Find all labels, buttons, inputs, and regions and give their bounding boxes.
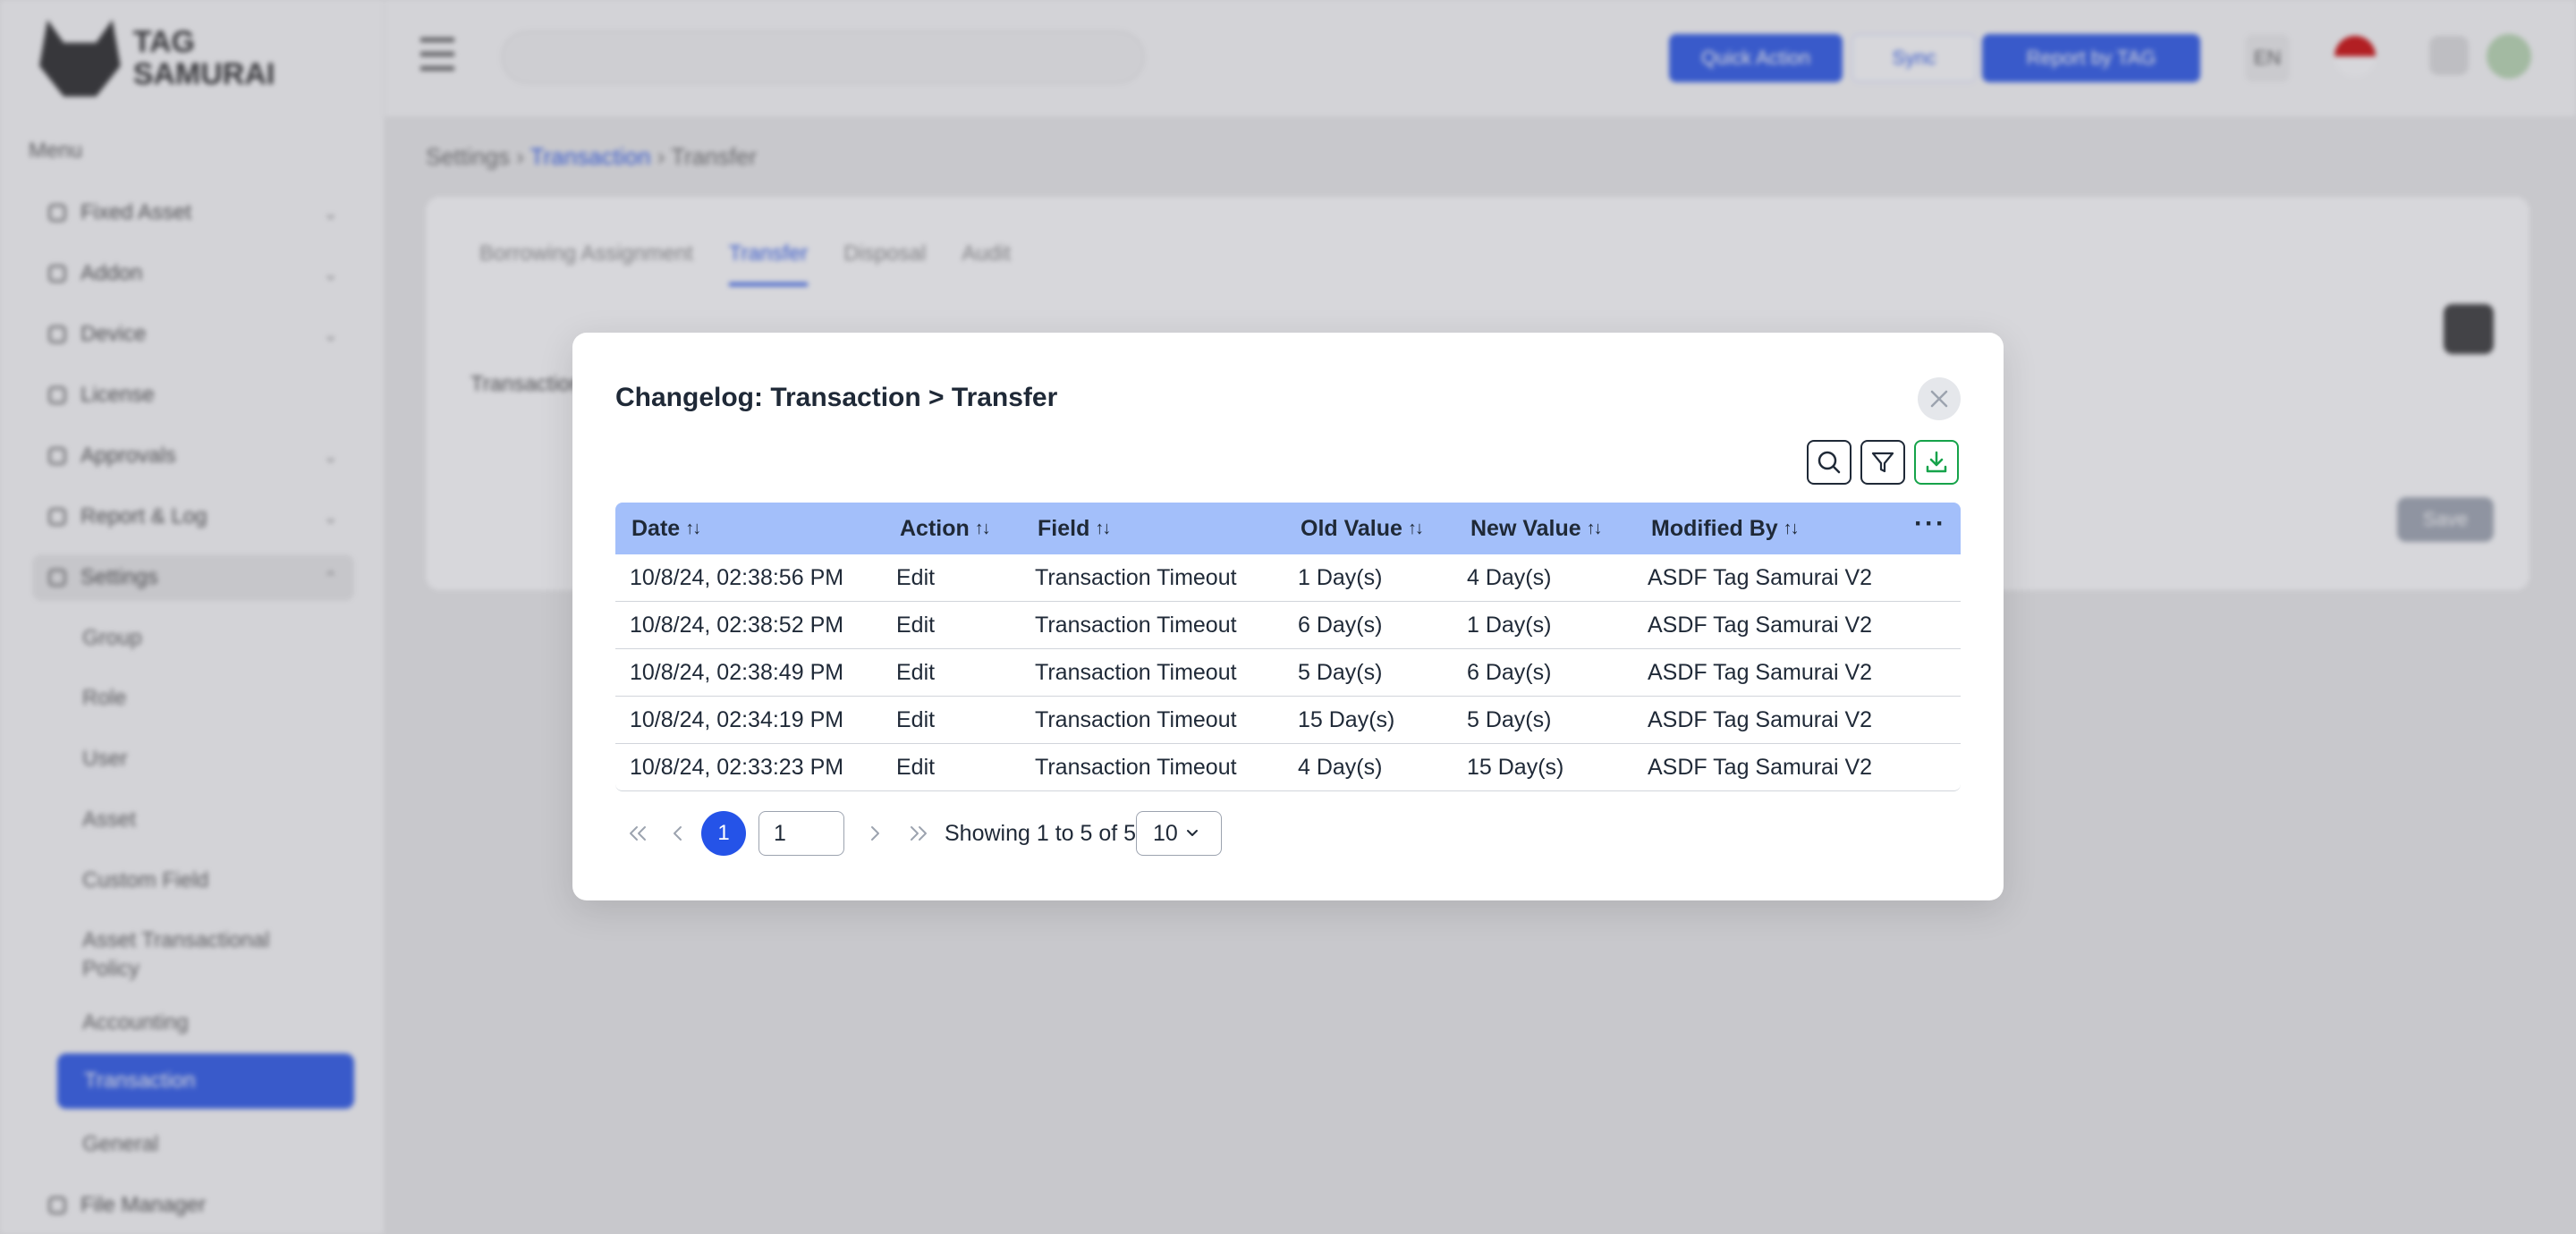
cell-modified-by: ASDF Tag Samurai V2 xyxy=(1648,612,1873,638)
column-label: Date xyxy=(631,515,681,541)
showing-count: Showing 1 to 5 of 5 xyxy=(945,820,1137,846)
chevron-down-icon xyxy=(1186,830,1198,836)
pagination: 1 Showing 1 to 5 of 5 10 xyxy=(615,808,1510,858)
cell-new-value: 1 Day(s) xyxy=(1467,612,1552,638)
download-icon xyxy=(1926,451,1947,473)
page-1-button[interactable]: 1 xyxy=(701,811,746,856)
column-label: Modified By xyxy=(1651,515,1778,541)
table-row: 10/8/24, 02:38:49 PM Edit Transaction Ti… xyxy=(615,649,1961,697)
column-label: Action xyxy=(900,515,970,541)
page-size-value: 10 xyxy=(1153,820,1178,846)
table-row: 10/8/24, 02:38:52 PM Edit Transaction Ti… xyxy=(615,602,1961,649)
filter-button[interactable] xyxy=(1860,440,1905,485)
cell-old-value: 5 Day(s) xyxy=(1298,659,1383,685)
cell-action: Edit xyxy=(896,612,936,638)
cell-modified-by: ASDF Tag Samurai V2 xyxy=(1648,706,1873,732)
changelog-modal: Changelog: Transaction > Transfer Date ↑↓… xyxy=(572,333,2004,900)
column-header-field[interactable]: Field ↑↓ xyxy=(1038,503,1111,554)
table-row: 10/8/24, 02:33:23 PM Edit Transaction Ti… xyxy=(615,744,1961,791)
table-row: 10/8/24, 02:38:56 PM Edit Transaction Ti… xyxy=(615,554,1961,602)
close-button[interactable] xyxy=(1918,377,1961,420)
cell-modified-by: ASDF Tag Samurai V2 xyxy=(1648,564,1873,590)
table-header: Date ↑↓ Action ↑↓ Field ↑↓ Old Value ↑↓ New … xyxy=(615,503,1961,554)
more-options-icon[interactable]: ··· xyxy=(1914,511,1946,537)
cell-old-value: 4 Day(s) xyxy=(1298,754,1383,780)
cell-modified-by: ASDF Tag Samurai V2 xyxy=(1648,659,1873,685)
next-page-icon[interactable] xyxy=(868,808,882,858)
column-label: Old Value xyxy=(1301,515,1402,541)
sort-icon[interactable]: ↑↓ xyxy=(685,519,701,539)
sort-icon[interactable]: ↑↓ xyxy=(1784,519,1800,539)
cell-date: 10/8/24, 02:38:49 PM xyxy=(630,659,844,685)
cell-date: 10/8/24, 02:34:19 PM xyxy=(630,706,844,732)
sort-icon[interactable]: ↑↓ xyxy=(1408,519,1424,539)
table-row: 10/8/24, 02:34:19 PM Edit Transaction Ti… xyxy=(615,697,1961,744)
sort-icon[interactable]: ↑↓ xyxy=(975,519,991,539)
cell-date: 10/8/24, 02:38:56 PM xyxy=(630,564,844,590)
page-number-input[interactable] xyxy=(758,811,844,856)
sort-icon[interactable]: ↑↓ xyxy=(1587,519,1603,539)
close-icon xyxy=(1930,390,1948,408)
cell-new-value: 15 Day(s) xyxy=(1467,754,1564,780)
column-header-modified-by[interactable]: Modified By ↑↓ xyxy=(1651,503,1800,554)
prev-page-icon[interactable] xyxy=(671,808,685,858)
last-page-icon[interactable] xyxy=(907,808,930,858)
cell-field: Transaction Timeout xyxy=(1035,659,1237,685)
cell-field: Transaction Timeout xyxy=(1035,754,1237,780)
first-page-icon[interactable] xyxy=(626,808,649,858)
page-size-select[interactable]: 10 xyxy=(1136,811,1222,856)
cell-old-value: 15 Day(s) xyxy=(1298,706,1395,732)
changelog-table: Date ↑↓ Action ↑↓ Field ↑↓ Old Value ↑↓ New … xyxy=(615,503,1961,791)
search-icon xyxy=(1818,451,1841,474)
search-button[interactable] xyxy=(1807,440,1852,485)
column-label: New Value xyxy=(1470,515,1581,541)
column-header-date[interactable]: Date ↑↓ xyxy=(631,503,701,554)
cell-new-value: 6 Day(s) xyxy=(1467,659,1552,685)
cell-action: Edit xyxy=(896,564,936,590)
cell-date: 10/8/24, 02:33:23 PM xyxy=(630,754,844,780)
cell-field: Transaction Timeout xyxy=(1035,564,1237,590)
column-header-old-value[interactable]: Old Value ↑↓ xyxy=(1301,503,1424,554)
download-button[interactable] xyxy=(1914,440,1959,485)
cell-old-value: 1 Day(s) xyxy=(1298,564,1383,590)
cell-action: Edit xyxy=(896,706,936,732)
cell-date: 10/8/24, 02:38:52 PM xyxy=(630,612,844,638)
column-header-new-value[interactable]: New Value ↑↓ xyxy=(1470,503,1603,554)
column-header-action[interactable]: Action ↑↓ xyxy=(900,503,991,554)
sort-icon[interactable]: ↑↓ xyxy=(1095,519,1111,539)
filter-icon xyxy=(1871,452,1894,473)
column-label: Field xyxy=(1038,515,1090,541)
cell-field: Transaction Timeout xyxy=(1035,706,1237,732)
modal-title: Changelog: Transaction > Transfer xyxy=(615,383,1058,412)
cell-new-value: 5 Day(s) xyxy=(1467,706,1552,732)
cell-old-value: 6 Day(s) xyxy=(1298,612,1383,638)
cell-new-value: 4 Day(s) xyxy=(1467,564,1552,590)
cell-action: Edit xyxy=(896,754,936,780)
cell-modified-by: ASDF Tag Samurai V2 xyxy=(1648,754,1873,780)
cell-action: Edit xyxy=(896,659,936,685)
cell-field: Transaction Timeout xyxy=(1035,612,1237,638)
